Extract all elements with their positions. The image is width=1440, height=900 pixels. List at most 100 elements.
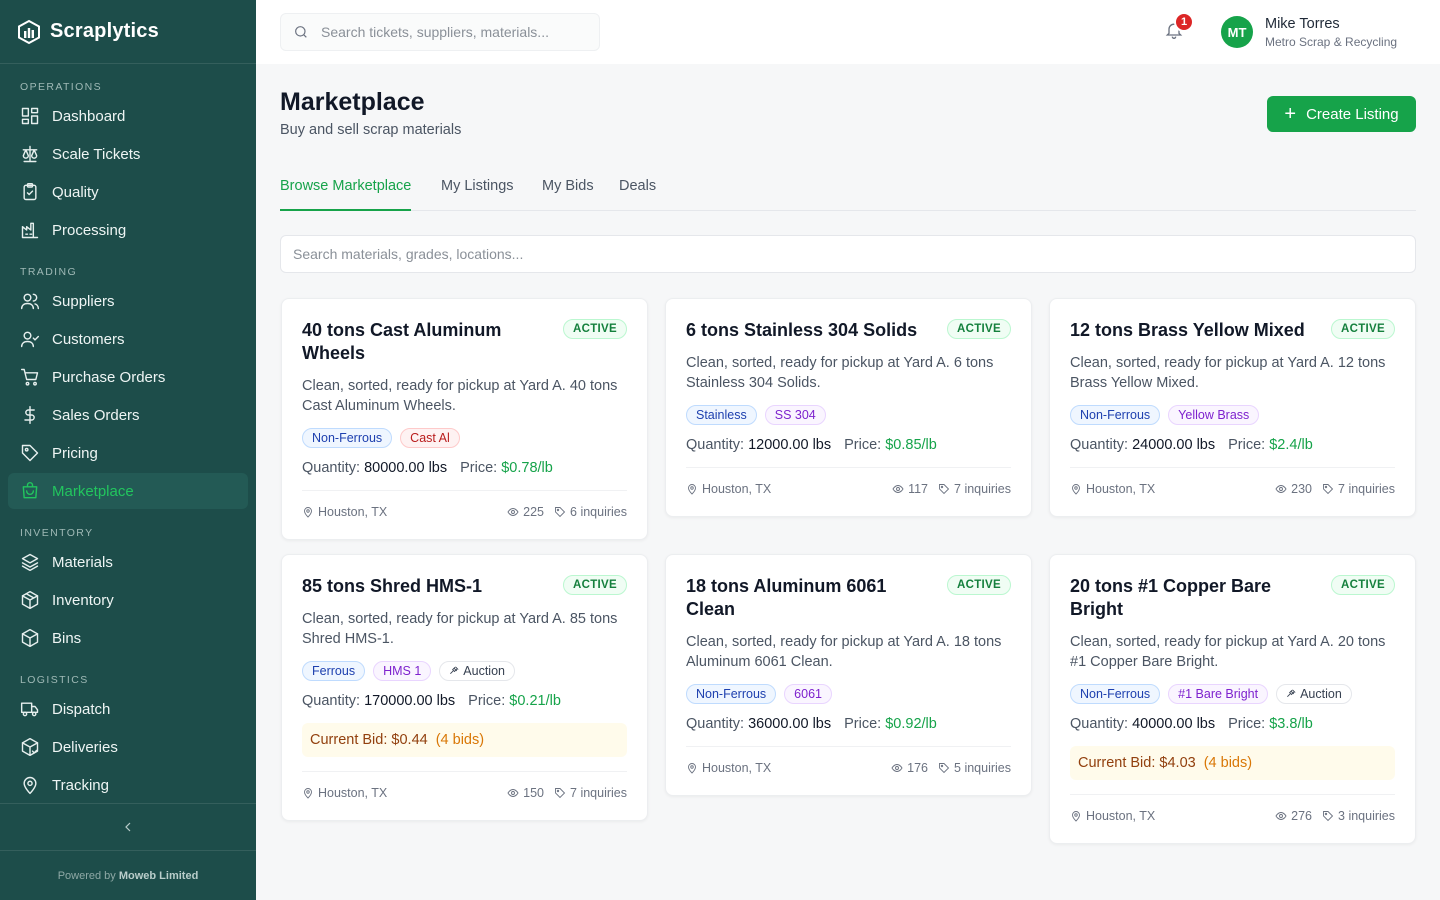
tag-label: Auction bbox=[463, 664, 505, 678]
sidebar-item-quality[interactable]: Quality bbox=[8, 174, 248, 210]
tab-my-listings[interactable]: My Listings bbox=[441, 178, 514, 211]
sidebar-item-label: Processing bbox=[52, 221, 127, 239]
avatar[interactable]: MT bbox=[1221, 16, 1253, 48]
global-search[interactable] bbox=[280, 13, 600, 51]
tag-list: Non-Ferrous Cast Al bbox=[302, 428, 627, 448]
eye-icon bbox=[507, 506, 523, 518]
location-text: Houston, TX bbox=[1086, 482, 1156, 496]
sidebar-item-bins[interactable]: Bins bbox=[8, 620, 248, 656]
location: Houston, TX bbox=[686, 761, 771, 775]
view-count: 225 bbox=[523, 505, 545, 519]
current-bid-amount: $4.03 bbox=[1159, 755, 1196, 771]
tab-browse-marketplace[interactable]: Browse Marketplace bbox=[280, 178, 412, 211]
view-count: 276 bbox=[1291, 809, 1313, 823]
quantity-label: Quantity: bbox=[302, 693, 361, 709]
material-tag: Non-Ferrous bbox=[1070, 405, 1161, 425]
sidebar-item-materials[interactable]: Materials bbox=[8, 544, 248, 580]
listing-card[interactable]: 40 tons Cast Aluminum Wheels ACTIVE Clean,… bbox=[281, 298, 648, 540]
marketplace-search-input[interactable] bbox=[280, 235, 1416, 273]
create-listing-button[interactable]: + Create Listing bbox=[1267, 96, 1416, 132]
tag-list: Stainless SS 304 bbox=[686, 405, 1011, 425]
sidebar-item-label: Customers bbox=[52, 330, 125, 348]
material-tag: Ferrous bbox=[302, 661, 366, 681]
listing-title: 18 tons Aluminum 6061 Clean bbox=[686, 576, 887, 619]
listing-card[interactable]: 20 tons #1 Copper Bare Bright ACTIVE Clean… bbox=[1049, 554, 1416, 844]
tag-list: Ferrous HMS 1 Auction bbox=[302, 661, 627, 681]
collapse-sidebar-button[interactable] bbox=[0, 803, 256, 851]
topbar: 1 MT Mike Torres Metro Scrap & Recycling bbox=[256, 0, 1440, 64]
inquiry-count: 7 inquiries bbox=[570, 786, 627, 800]
sidebar-item-sales-orders[interactable]: Sales Orders bbox=[8, 397, 248, 433]
user-check-icon bbox=[20, 329, 40, 349]
sidebar-item-dispatch[interactable]: Dispatch bbox=[8, 691, 248, 727]
package-icon bbox=[20, 590, 40, 610]
tag-label: Non-Ferrous bbox=[1080, 408, 1151, 422]
dashboard-icon bbox=[20, 106, 40, 126]
sidebar-item-customers[interactable]: Customers bbox=[8, 321, 248, 357]
status-badge: ACTIVE bbox=[947, 319, 1011, 339]
quantity-label: Quantity: bbox=[302, 460, 361, 476]
sidebar-item-dashboard[interactable]: Dashboard bbox=[8, 98, 248, 134]
truck-icon bbox=[20, 699, 40, 719]
bid-count: (4 bids) bbox=[435, 732, 485, 748]
material-tag: Auction bbox=[439, 661, 515, 681]
tabs: Browse Marketplace My Listings My Bids D… bbox=[280, 168, 1416, 211]
sidebar-item-deliveries[interactable]: Deliveries bbox=[8, 729, 248, 765]
layers-icon bbox=[20, 552, 40, 572]
quantity-price: Quantity: 80000.00 lbs Price: $0.78/lb bbox=[302, 460, 627, 476]
sidebar-item-label: Inventory bbox=[52, 591, 114, 609]
box-icon bbox=[20, 628, 40, 648]
tag-label: Non-Ferrous bbox=[696, 687, 767, 701]
card-header: 85 tons Shred HMS-1 ACTIVE bbox=[302, 575, 627, 598]
listing-stats: 176 5 inquiries bbox=[891, 761, 1011, 775]
current-bid: Current Bid: $0.44 (4 bids) bbox=[302, 723, 627, 757]
price-label: Price: bbox=[844, 437, 882, 453]
sidebar-item-label: Scale Tickets bbox=[52, 145, 141, 163]
global-search-input[interactable] bbox=[321, 24, 581, 40]
brand[interactable]: Scraplytics bbox=[0, 0, 256, 64]
quantity-value: 80000.00 lbs bbox=[364, 460, 448, 476]
tab-deals[interactable]: Deals bbox=[619, 178, 656, 211]
sidebar-item-label: Dashboard bbox=[52, 107, 126, 125]
listing-title: 40 tons Cast Aluminum Wheels bbox=[302, 320, 502, 363]
card-header: 20 tons #1 Copper Bare Bright ACTIVE bbox=[1070, 575, 1395, 621]
tab-my-bids[interactable]: My Bids bbox=[542, 178, 594, 211]
listing-card[interactable]: 85 tons Shred HMS-1 ACTIVE Clean, sorted, … bbox=[281, 554, 648, 821]
inquiry-count: 7 inquiries bbox=[954, 482, 1011, 496]
sidebar-item-pricing[interactable]: Pricing bbox=[8, 435, 248, 471]
listing-card[interactable]: 6 tons Stainless 304 Solids ACTIVE Clean, … bbox=[665, 298, 1032, 517]
sidebar-item-label: Tracking bbox=[52, 776, 109, 794]
user-name: Mike Torres bbox=[1265, 16, 1340, 32]
quantity-value: 40000.00 lbs bbox=[1132, 716, 1216, 732]
price-value: $0.92/lb bbox=[885, 716, 937, 732]
sidebar-item-purchase-orders[interactable]: Purchase Orders bbox=[8, 359, 248, 395]
sidebar-item-suppliers[interactable]: Suppliers bbox=[8, 283, 248, 319]
tag-icon bbox=[1322, 810, 1338, 822]
tag-label: Non-Ferrous bbox=[1080, 687, 1151, 701]
listing-card[interactable]: 18 tons Aluminum 6061 Clean ACTIVE Clean, … bbox=[665, 554, 1032, 796]
listing-card[interactable]: 12 tons Brass Yellow Mixed ACTIVE Clean, s… bbox=[1049, 298, 1416, 517]
sidebar: Scraplytics OPERATIONS Dashboard Scale T… bbox=[0, 0, 256, 900]
material-tag: Non-Ferrous bbox=[302, 428, 393, 448]
sidebar-item-scale-tickets[interactable]: Scale Tickets bbox=[8, 136, 248, 172]
price-value: $0.85/lb bbox=[885, 437, 937, 453]
inquiry-count: 6 inquiries bbox=[570, 505, 627, 519]
cart-icon bbox=[20, 367, 40, 387]
location-text: Houston, TX bbox=[1086, 809, 1156, 823]
clipboard-check-icon bbox=[20, 182, 40, 202]
price-label: Price: bbox=[1228, 437, 1266, 453]
quantity-label: Quantity: bbox=[686, 437, 745, 453]
tag-label: Auction bbox=[1300, 687, 1342, 701]
tag-label: Stainless bbox=[696, 408, 747, 422]
view-count: 150 bbox=[523, 786, 545, 800]
sidebar-item-label: Deliveries bbox=[52, 738, 118, 756]
sidebar-item-inventory[interactable]: Inventory bbox=[8, 582, 248, 618]
powered-by: Powered by Moweb Limited bbox=[0, 870, 256, 882]
material-tag: HMS 1 bbox=[373, 661, 432, 681]
sidebar-item-tracking[interactable]: Tracking bbox=[8, 767, 248, 803]
tag-list: Non-Ferrous #1 Bare Bright Auction bbox=[1070, 684, 1395, 704]
sidebar-item-processing[interactable]: Processing bbox=[8, 212, 248, 248]
sidebar-item-marketplace[interactable]: Marketplace bbox=[8, 473, 248, 509]
listing-stats: 225 6 inquiries bbox=[507, 505, 627, 519]
card-footer: Houston, TX 276 3 inquiries bbox=[1070, 794, 1395, 823]
